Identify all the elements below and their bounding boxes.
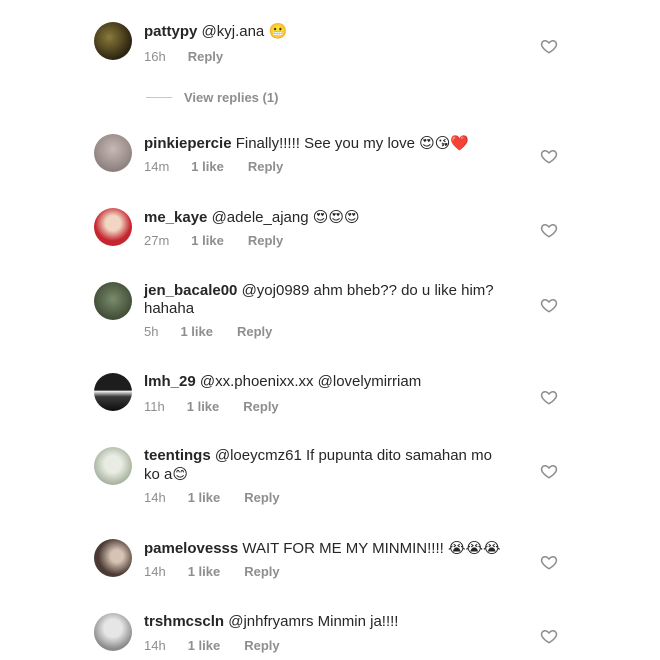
heart-icon[interactable] bbox=[540, 296, 558, 314]
comment-text: teentings @loeycmz61 If pupunta dito sam… bbox=[144, 447, 514, 484]
avatar[interactable] bbox=[94, 282, 132, 320]
heart-icon[interactable] bbox=[540, 37, 558, 55]
like-count[interactable]: 1 like bbox=[191, 233, 224, 248]
emoji: 😊 bbox=[172, 465, 188, 483]
heart-icon[interactable] bbox=[540, 147, 558, 165]
comment-age: 16h bbox=[144, 49, 166, 64]
comment-text: trshmcscln @jnhfryamrs Minmin ja!!!! bbox=[144, 613, 514, 631]
view-replies-label[interactable]: View replies (1) bbox=[184, 90, 278, 105]
like-count[interactable]: 1 like bbox=[191, 159, 224, 174]
heart-icon[interactable] bbox=[540, 221, 558, 239]
username[interactable]: pattypy bbox=[144, 23, 197, 40]
comment-meta: 14m 1 like Reply bbox=[144, 159, 283, 174]
username[interactable]: pinkiepercie bbox=[144, 135, 232, 152]
like-count[interactable]: 1 like bbox=[188, 564, 221, 579]
avatar[interactable] bbox=[94, 134, 132, 172]
comment-body[interactable]: @yoj0989 ahm bheb?? do u like him? bbox=[242, 282, 494, 299]
username[interactable]: trshmcscln bbox=[144, 613, 224, 630]
comment-meta: 14h 1 like Reply bbox=[144, 490, 280, 505]
comment-age: 5h bbox=[144, 324, 159, 339]
reply-button[interactable]: Reply bbox=[244, 490, 279, 505]
comment-age: 27m bbox=[144, 233, 170, 248]
comment-age: 14m bbox=[144, 159, 170, 174]
comment-meta: 11h 1 like Reply bbox=[144, 399, 279, 414]
emoji: 😍😍😍 bbox=[312, 208, 360, 226]
username[interactable]: teentings bbox=[144, 447, 211, 464]
divider-line bbox=[146, 97, 172, 98]
comment-meta: 14h 1 like Reply bbox=[144, 564, 280, 579]
heart-icon[interactable] bbox=[540, 388, 558, 406]
heart-icon[interactable] bbox=[540, 627, 558, 645]
emoji: 😭😭😭 bbox=[447, 539, 501, 557]
comment-age: 11h bbox=[144, 399, 165, 414]
comment-text: me_kaye @adele_ajang 😍😍😍 bbox=[144, 208, 514, 227]
like-count[interactable]: 1 like bbox=[187, 399, 220, 414]
reply-button[interactable]: Reply bbox=[244, 638, 279, 653]
comment-text: pamelovesss WAIT FOR ME MY MINMIN!!!! 😭😭… bbox=[144, 539, 514, 558]
emoji: 😍😘❤️ bbox=[419, 134, 470, 152]
avatar[interactable] bbox=[94, 613, 132, 651]
emoji: 😬 bbox=[268, 22, 288, 40]
like-count[interactable]: 1 like bbox=[180, 324, 213, 339]
comment-age: 14h bbox=[144, 490, 166, 505]
heart-icon[interactable] bbox=[540, 553, 558, 571]
comment-body-continuation[interactable]: hahaha bbox=[144, 300, 194, 317]
comment-body[interactable]: @loeycmz61 If pupunta dito samahan mo bbox=[215, 447, 492, 464]
avatar[interactable] bbox=[94, 22, 132, 60]
avatar[interactable] bbox=[94, 447, 132, 485]
comment-text: jen_bacale00 @yoj0989 ahm bheb?? do u li… bbox=[144, 282, 514, 318]
comment-body[interactable]: @jnhfryamrs Minmin ja!!!! bbox=[228, 613, 398, 630]
reply-button[interactable]: Reply bbox=[237, 324, 272, 339]
view-replies-button[interactable]: View replies (1) bbox=[146, 90, 278, 105]
comment-meta: 27m 1 like Reply bbox=[144, 233, 283, 248]
comment-body[interactable]: Finally!!!!! See you my love bbox=[236, 135, 415, 152]
comment-meta: 5h 1 like Reply bbox=[144, 324, 272, 339]
comment-body[interactable]: WAIT FOR ME MY MINMIN!!!! bbox=[242, 540, 443, 557]
comment-body[interactable]: @adele_ajang bbox=[212, 209, 309, 226]
comment-text: lmh_29 @xx.phoenixx.xx @lovelymirriam bbox=[144, 373, 514, 391]
comment-age: 14h bbox=[144, 638, 166, 653]
username[interactable]: me_kaye bbox=[144, 209, 207, 226]
comment-body[interactable]: @kyj.ana bbox=[202, 23, 265, 40]
username[interactable]: jen_bacale00 bbox=[144, 282, 237, 299]
avatar[interactable] bbox=[94, 539, 132, 577]
comment-meta: 14h 1 like Reply bbox=[144, 638, 280, 653]
avatar[interactable] bbox=[94, 208, 132, 246]
comment-body-continuation[interactable]: ko a bbox=[144, 466, 172, 483]
comment-meta: 16h Reply bbox=[144, 49, 223, 64]
reply-button[interactable]: Reply bbox=[188, 49, 223, 64]
reply-button[interactable]: Reply bbox=[248, 159, 283, 174]
comment-text: pinkiepercie Finally!!!!! See you my lov… bbox=[144, 134, 514, 153]
like-count[interactable]: 1 like bbox=[188, 490, 221, 505]
username[interactable]: pamelovesss bbox=[144, 540, 238, 557]
comment-text: pattypy @kyj.ana 😬 bbox=[144, 22, 514, 41]
reply-button[interactable]: Reply bbox=[244, 564, 279, 579]
reply-button[interactable]: Reply bbox=[248, 233, 283, 248]
reply-button[interactable]: Reply bbox=[243, 399, 278, 414]
comment-age: 14h bbox=[144, 564, 166, 579]
like-count[interactable]: 1 like bbox=[188, 638, 221, 653]
username[interactable]: lmh_29 bbox=[144, 373, 196, 390]
comment-body[interactable]: @xx.phoenixx.xx @lovelymirriam bbox=[200, 373, 421, 390]
avatar[interactable] bbox=[94, 373, 132, 411]
heart-icon[interactable] bbox=[540, 462, 558, 480]
